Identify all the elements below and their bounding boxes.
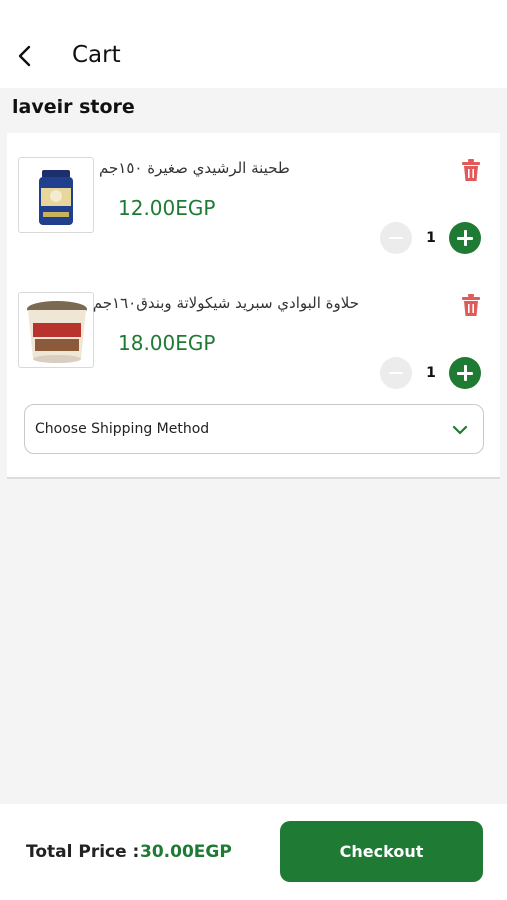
cart-item: حلاوة البوادي سبريد شيكولاتة وبندق١٦٠جم …	[7, 268, 500, 389]
decrease-quantity-button[interactable]	[380, 357, 412, 389]
shipping-method-label: Choose Shipping Method	[35, 421, 210, 437]
item-name: حلاوة البوادي سبريد شيكولاتة وبندق١٦٠جم	[92, 294, 359, 312]
item-name: طحينة الرشيدي صغيرة ١٥٠جم	[99, 159, 290, 177]
tahini-jar-image	[18, 157, 94, 233]
chevron-left-icon	[18, 45, 31, 67]
delete-button[interactable]	[460, 293, 482, 317]
increase-quantity-button[interactable]	[449, 357, 481, 389]
item-price: 18.00EGP	[118, 331, 216, 355]
checkout-bar: Total Price : 30.00EGP Checkout	[0, 804, 507, 900]
page-title: Cart	[72, 42, 121, 68]
app-header: Cart	[0, 0, 507, 88]
item-price: 12.00EGP	[118, 196, 216, 220]
halawa-cup-image	[18, 292, 94, 368]
trash-icon	[462, 159, 480, 181]
item-quantity: 1	[426, 365, 436, 381]
store-name: laveir store	[12, 96, 135, 118]
total-price-label: Total Price :	[26, 842, 140, 862]
cart-item: طحينة الرشيدي صغيرة ١٥٠جم 12.00EGP 1	[7, 133, 500, 254]
back-button[interactable]	[12, 42, 40, 70]
chevron-down-icon	[452, 425, 468, 435]
decrease-quantity-button[interactable]	[380, 222, 412, 254]
checkout-button[interactable]: Checkout	[280, 821, 483, 882]
shipping-method-select[interactable]: Choose Shipping Method	[24, 404, 484, 454]
increase-quantity-button[interactable]	[449, 222, 481, 254]
store-cart-card: طحينة الرشيدي صغيرة ١٥٠جم 12.00EGP 1 حلا…	[7, 133, 500, 479]
item-quantity: 1	[426, 230, 436, 246]
trash-icon	[462, 294, 480, 316]
delete-button[interactable]	[460, 158, 482, 182]
total-price-value: 30.00EGP	[140, 842, 232, 862]
